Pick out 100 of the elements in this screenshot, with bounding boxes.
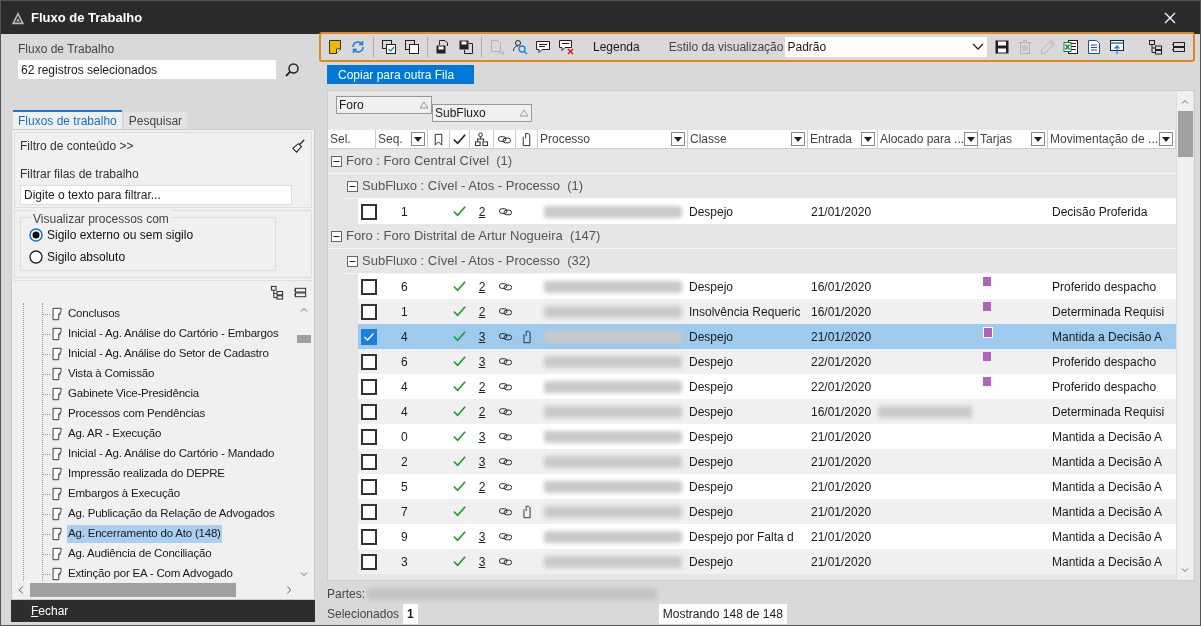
volume-link[interactable]: 2 bbox=[478, 477, 486, 496]
tree-item[interactable]: Embargos à Execução bbox=[67, 485, 181, 503]
column-header[interactable]: Processo bbox=[540, 130, 591, 148]
group-header[interactable]: SubFluxo : Cível - Atos - Processo (32) bbox=[362, 251, 591, 271]
save-document-icon[interactable] bbox=[435, 39, 451, 55]
table-row[interactable]: 4 3 Despejo 21/01/2020 Mantida a Decisão A bbox=[358, 324, 1176, 349]
checkbox[interactable] bbox=[361, 303, 377, 320]
table-row[interactable]: 9 3 Despejo por Falta d 21/01/2020 Mantida a Decisão A bbox=[358, 524, 1176, 549]
collapse-toggle[interactable] bbox=[331, 230, 342, 242]
radio-button[interactable] bbox=[29, 228, 43, 242]
checkbox[interactable] bbox=[361, 553, 377, 570]
stacked-panels-icon[interactable] bbox=[1171, 39, 1187, 55]
volume-link[interactable]: 3 bbox=[478, 427, 486, 446]
volume-link[interactable]: 3 bbox=[478, 527, 486, 546]
table-row[interactable]: 6 3 Despejo 22/01/2020 Proferido despacho bbox=[358, 349, 1176, 374]
volume-link[interactable]: 2 bbox=[478, 377, 486, 396]
tree-item[interactable]: Conclusos bbox=[67, 305, 121, 323]
column-header[interactable]: Entrada bbox=[810, 130, 853, 148]
checkbox[interactable] bbox=[361, 278, 377, 295]
legend-button[interactable]: Legenda bbox=[591, 38, 642, 56]
filter-dropdown-button[interactable] bbox=[1159, 132, 1173, 146]
checkbox[interactable] bbox=[361, 353, 377, 370]
search-icon[interactable] bbox=[284, 61, 300, 78]
filter-dropdown-button[interactable] bbox=[791, 132, 805, 146]
tree-icon[interactable] bbox=[1148, 39, 1164, 55]
volume-link[interactable]: 3 bbox=[478, 352, 486, 371]
tree-item[interactable]: Gabinete Vice-Presidência bbox=[67, 385, 200, 403]
tree-item[interactable]: Ag. Audiência de Conciliação bbox=[67, 545, 213, 563]
table-row[interactable]: 7 Despejo 21/01/2020 Mantida a Decisão A bbox=[358, 499, 1176, 524]
close-button[interactable]: Fechar bbox=[11, 600, 315, 622]
filter-dropdown-button[interactable] bbox=[861, 132, 875, 146]
comment-delete-icon[interactable] bbox=[558, 39, 574, 55]
tree-icon[interactable] bbox=[270, 284, 285, 300]
tree-item[interactable]: Inicial - Ag. Análise do Setor de Cadastro bbox=[67, 345, 270, 363]
collapse-toggle[interactable] bbox=[347, 180, 358, 192]
content-filter-toggle[interactable]: Filtro de conteúdo >> bbox=[20, 137, 134, 155]
volume-link[interactable]: 3 bbox=[478, 452, 486, 471]
volume-link[interactable]: 3 bbox=[478, 327, 486, 346]
checked-window-icon[interactable] bbox=[381, 39, 397, 55]
table-row[interactable]: 1 2 Insolvência Requeric 16/01/2020 Determinada Requisi bbox=[358, 299, 1176, 324]
volume-link[interactable]: 2 bbox=[478, 277, 486, 296]
checkbox[interactable] bbox=[361, 203, 377, 220]
tree-item[interactable]: Ag. Publicação da Relação de Advogados bbox=[67, 505, 276, 523]
user-search-icon[interactable] bbox=[512, 39, 528, 55]
attachment-icon[interactable] bbox=[520, 329, 534, 344]
checkbox[interactable] bbox=[361, 453, 377, 470]
group-by-chip[interactable]: SubFluxo bbox=[432, 104, 532, 122]
radio-button[interactable] bbox=[29, 250, 43, 264]
tree-item[interactable]: Extinção por EA - Com Advogado bbox=[67, 565, 234, 581]
volume-link[interactable]: 2 bbox=[478, 202, 486, 221]
column-header[interactable]: Movimentação de ... bbox=[1050, 130, 1159, 148]
table-row[interactable]: 0 3 Despejo 21/01/2020 Mantida a Decisão A bbox=[358, 424, 1176, 449]
attachment-icon[interactable] bbox=[520, 504, 534, 519]
group-header[interactable]: SubFluxo : Cível - Atos - Processo (1) bbox=[362, 176, 584, 196]
checkbox[interactable] bbox=[361, 478, 377, 495]
table-row[interactable]: 4 2 Despejo 16/01/2020 Determinada Requisi bbox=[358, 399, 1176, 424]
column-header[interactable]: Tarjas bbox=[980, 130, 1012, 148]
document-icon[interactable] bbox=[327, 39, 343, 55]
style-dropdown[interactable]: Padrão bbox=[785, 37, 988, 57]
save-icon[interactable] bbox=[994, 39, 1011, 55]
volume-link[interactable]: 3 bbox=[478, 552, 486, 571]
volume-link[interactable]: 2 bbox=[478, 302, 486, 321]
filter-dropdown-button[interactable] bbox=[1031, 132, 1045, 146]
copy-button[interactable]: Copiar para outra Fila bbox=[327, 65, 474, 84]
tree-item[interactable]: Processos com Pendências bbox=[67, 405, 207, 423]
window-upload-icon[interactable] bbox=[1109, 39, 1126, 55]
table-row[interactable]: 1 2 Despejo 21/01/2020 Decisão Proferida bbox=[358, 199, 1176, 224]
collapse-toggle[interactable] bbox=[347, 255, 358, 267]
group-header[interactable]: Foro : Foro Central Cível (1) bbox=[346, 151, 513, 171]
checkbox[interactable] bbox=[361, 403, 377, 420]
scrollbar-thumb[interactable] bbox=[297, 335, 311, 343]
brush-icon[interactable] bbox=[291, 138, 306, 154]
scrollbar-thumb[interactable] bbox=[1177, 111, 1193, 157]
spreadsheet-icon[interactable] bbox=[1063, 39, 1080, 55]
tree-item[interactable]: Vista à Comissão bbox=[67, 365, 156, 383]
collapse-toggle[interactable] bbox=[331, 155, 342, 167]
filter-dropdown-button[interactable] bbox=[964, 132, 979, 146]
column-header[interactable]: Classe bbox=[690, 130, 727, 148]
table-row[interactable]: 5 2 Despejo 21/01/2020 Mantida a Decisão A bbox=[358, 474, 1176, 499]
refresh-icon[interactable] bbox=[350, 39, 366, 55]
checkbox[interactable] bbox=[361, 503, 377, 520]
checkbox[interactable] bbox=[361, 378, 377, 395]
filter-field[interactable]: Digite o texto para filtrar... bbox=[20, 185, 292, 205]
copy-icon[interactable] bbox=[404, 39, 420, 55]
tree-item[interactable]: Inicial - Ag. Análise do Cartório - Mandado bbox=[67, 445, 276, 463]
table-row[interactable]: 2 3 Despejo 21/01/2020 Mantida a Decisão A bbox=[358, 449, 1176, 474]
filter-dropdown-button[interactable] bbox=[411, 132, 425, 146]
scrollbar-thumb[interactable] bbox=[30, 582, 236, 597]
document-icon[interactable] bbox=[1086, 39, 1103, 55]
checkbox[interactable] bbox=[361, 528, 377, 545]
tab[interactable]: Fluxos de trabalho bbox=[13, 110, 122, 129]
tree-item[interactable]: Ag. Encerramento do Ato (148) bbox=[67, 525, 222, 543]
column-header[interactable]: Alocado para ... bbox=[880, 130, 965, 148]
filter-dropdown-button[interactable] bbox=[671, 132, 685, 146]
checkbox[interactable] bbox=[361, 328, 377, 345]
tab[interactable]: Pesquisar bbox=[123, 112, 188, 129]
column-header[interactable]: Seq. bbox=[378, 130, 403, 148]
table-row[interactable]: 4 2 Despejo 22/01/2020 Proferido despacho bbox=[358, 374, 1176, 399]
tree-item[interactable]: Impressão realizada do DEPRE bbox=[67, 465, 226, 483]
checkbox[interactable] bbox=[361, 428, 377, 445]
